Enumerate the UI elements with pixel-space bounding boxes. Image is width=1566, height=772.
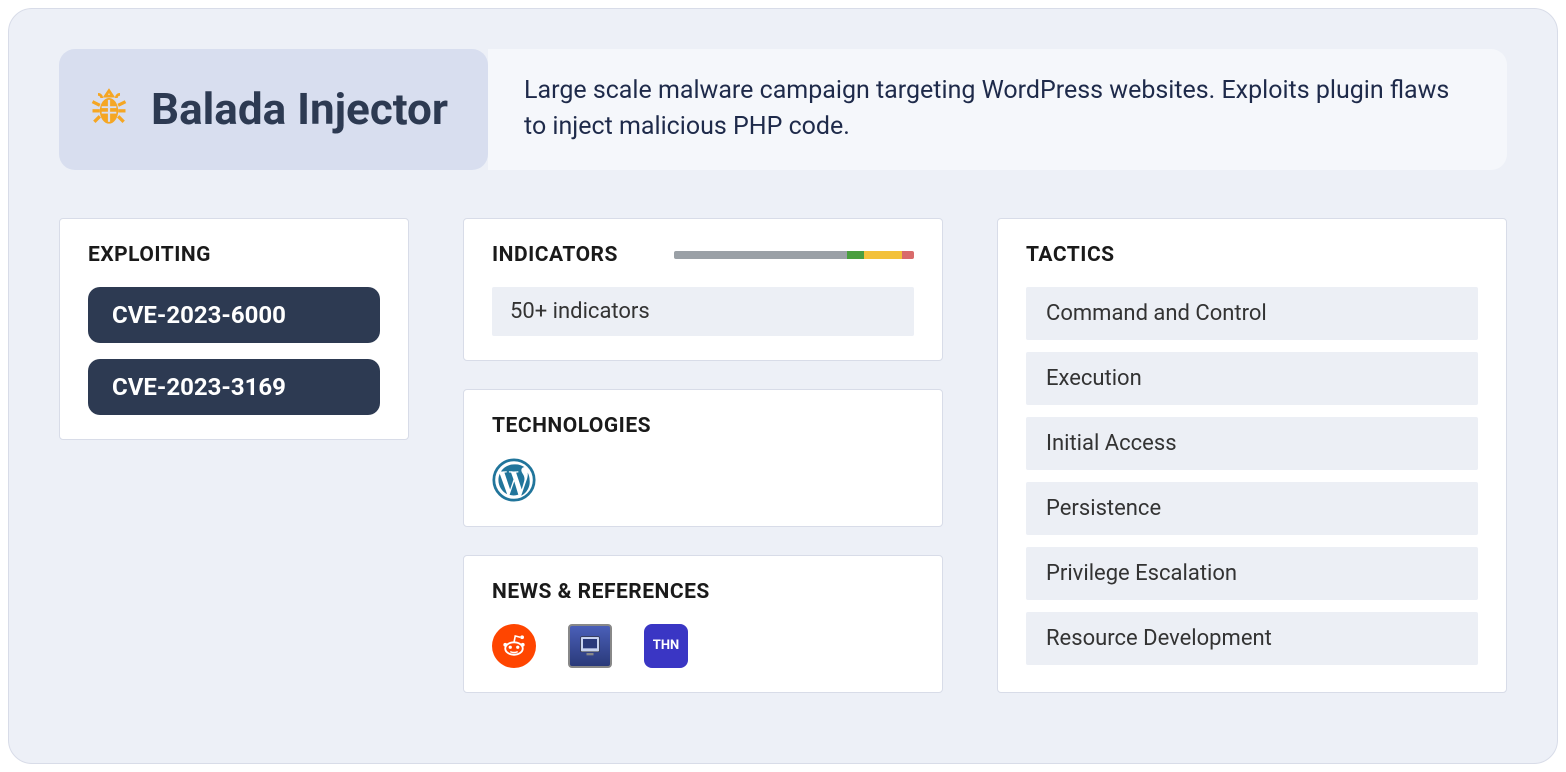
threat-title: Balada Injector bbox=[151, 83, 448, 135]
thehackernews-icon[interactable]: THN bbox=[644, 624, 688, 668]
description-box: Large scale malware campaign targeting W… bbox=[488, 49, 1507, 170]
bleepingcomputer-icon[interactable] bbox=[568, 624, 612, 668]
cve-link[interactable]: CVE-2023-3169 bbox=[88, 359, 380, 415]
panel-header: EXPLOITING bbox=[88, 243, 380, 267]
tactics-list: Command and Control Execution Initial Acce… bbox=[1026, 287, 1478, 665]
panel-header: TECHNOLOGIES bbox=[492, 414, 914, 438]
cve-link[interactable]: CVE-2023-6000 bbox=[88, 287, 380, 343]
tactic-item[interactable]: Resource Development bbox=[1026, 612, 1478, 665]
news-icons: THN bbox=[492, 624, 914, 668]
bar-segment bbox=[902, 251, 914, 259]
threat-overview-card: Balada Injector Large scale malware camp… bbox=[8, 8, 1558, 764]
wordpress-icon[interactable] bbox=[492, 458, 536, 502]
indicators-summary[interactable]: 50+ indicators bbox=[492, 287, 914, 336]
panel-title-tactics: TACTICS bbox=[1026, 243, 1115, 267]
panel-header: NEWS & REFERENCES bbox=[492, 580, 914, 604]
column-exploiting: EXPLOITING CVE-2023-6000 CVE-2023-3169 bbox=[59, 218, 409, 693]
reddit-icon[interactable] bbox=[492, 624, 536, 668]
tech-icons bbox=[492, 458, 914, 502]
threat-description: Large scale malware campaign targeting W… bbox=[524, 73, 1471, 146]
panel-header: INDICATORS bbox=[492, 243, 914, 267]
cve-list: CVE-2023-6000 CVE-2023-3169 bbox=[88, 287, 380, 415]
news-panel: NEWS & REFERENCES bbox=[463, 555, 943, 693]
bar-segment bbox=[847, 251, 864, 259]
technologies-panel: TECHNOLOGIES bbox=[463, 389, 943, 527]
panel-title-technologies: TECHNOLOGIES bbox=[492, 414, 651, 438]
column-tactics: TACTICS Command and Control Execution Init… bbox=[997, 218, 1507, 693]
column-middle: INDICATORS 50+ indicators TECHNOLOGIES bbox=[463, 218, 943, 693]
tactic-item[interactable]: Initial Access bbox=[1026, 417, 1478, 470]
indicator-severity-bar bbox=[674, 251, 914, 259]
tactic-item[interactable]: Privilege Escalation bbox=[1026, 547, 1478, 600]
bar-segment bbox=[864, 251, 902, 259]
tactics-panel: TACTICS Command and Control Execution Init… bbox=[997, 218, 1507, 693]
tactic-item[interactable]: Persistence bbox=[1026, 482, 1478, 535]
thn-label: THN bbox=[653, 638, 679, 653]
bug-icon bbox=[87, 87, 131, 131]
tactic-item[interactable]: Command and Control bbox=[1026, 287, 1478, 340]
panel-title-news: NEWS & REFERENCES bbox=[492, 580, 710, 604]
indicators-panel: INDICATORS 50+ indicators bbox=[463, 218, 943, 361]
title-box: Balada Injector bbox=[59, 49, 488, 170]
panel-title-exploiting: EXPLOITING bbox=[88, 243, 211, 267]
panel-header: TACTICS bbox=[1026, 243, 1478, 267]
panel-title-indicators: INDICATORS bbox=[492, 243, 618, 267]
bar-segment bbox=[674, 251, 847, 259]
content-grid: EXPLOITING CVE-2023-6000 CVE-2023-3169 I… bbox=[59, 218, 1507, 693]
header-row: Balada Injector Large scale malware camp… bbox=[59, 49, 1507, 170]
tactic-item[interactable]: Execution bbox=[1026, 352, 1478, 405]
exploiting-panel: EXPLOITING CVE-2023-6000 CVE-2023-3169 bbox=[59, 218, 409, 440]
